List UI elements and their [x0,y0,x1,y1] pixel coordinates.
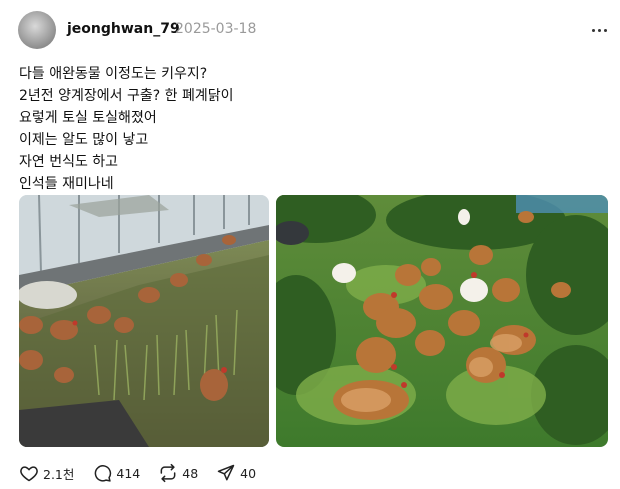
post-text: 다들 애완동물 이정도는 키우지? 2년전 양계장에서 구출? 한 폐계닭이요렇게… [19,63,579,195]
comment-icon [95,465,112,482]
post-text-line: 다들 애완동물 이정도는 키우지? [19,66,208,82]
like-count: 2.1천 [43,466,75,482]
post-text-line: 인석들 재미나네 [19,176,114,192]
greenhouse-chickens-photo [19,195,269,447]
share-count: 40 [240,465,257,481]
post-image-1[interactable] [19,195,269,447]
post-text-line: 자연 번식도 하고 [19,154,119,170]
repost-button[interactable]: 48 [158,463,198,483]
avatar[interactable] [18,11,56,49]
repost-icon [160,463,176,483]
username[interactable]: jeonghwan_79 [67,21,180,37]
send-icon [217,464,235,481]
share-button[interactable]: 40 [216,463,256,483]
like-button[interactable]: 2.1천 [19,463,74,483]
comment-button[interactable]: 414 [92,463,140,483]
chickens-on-grass-photo [276,195,608,447]
repost-count: 48 [182,465,199,481]
post-date: 2025-03-18 [175,21,257,37]
heart-icon [20,466,38,482]
post-text-line: 요렇게 토실 토실해졌어 [19,110,157,126]
post-text-line: 이제는 알도 많이 낳고 [19,132,149,148]
post-text-line: 2년전 양계장에서 구출? 한 폐계닭이 [19,88,234,104]
more-options-icon[interactable] [586,21,612,39]
action-bar: 2.1천 414 48 40 [19,462,274,484]
comment-count: 414 [116,465,141,481]
post-image-2[interactable] [276,195,608,447]
